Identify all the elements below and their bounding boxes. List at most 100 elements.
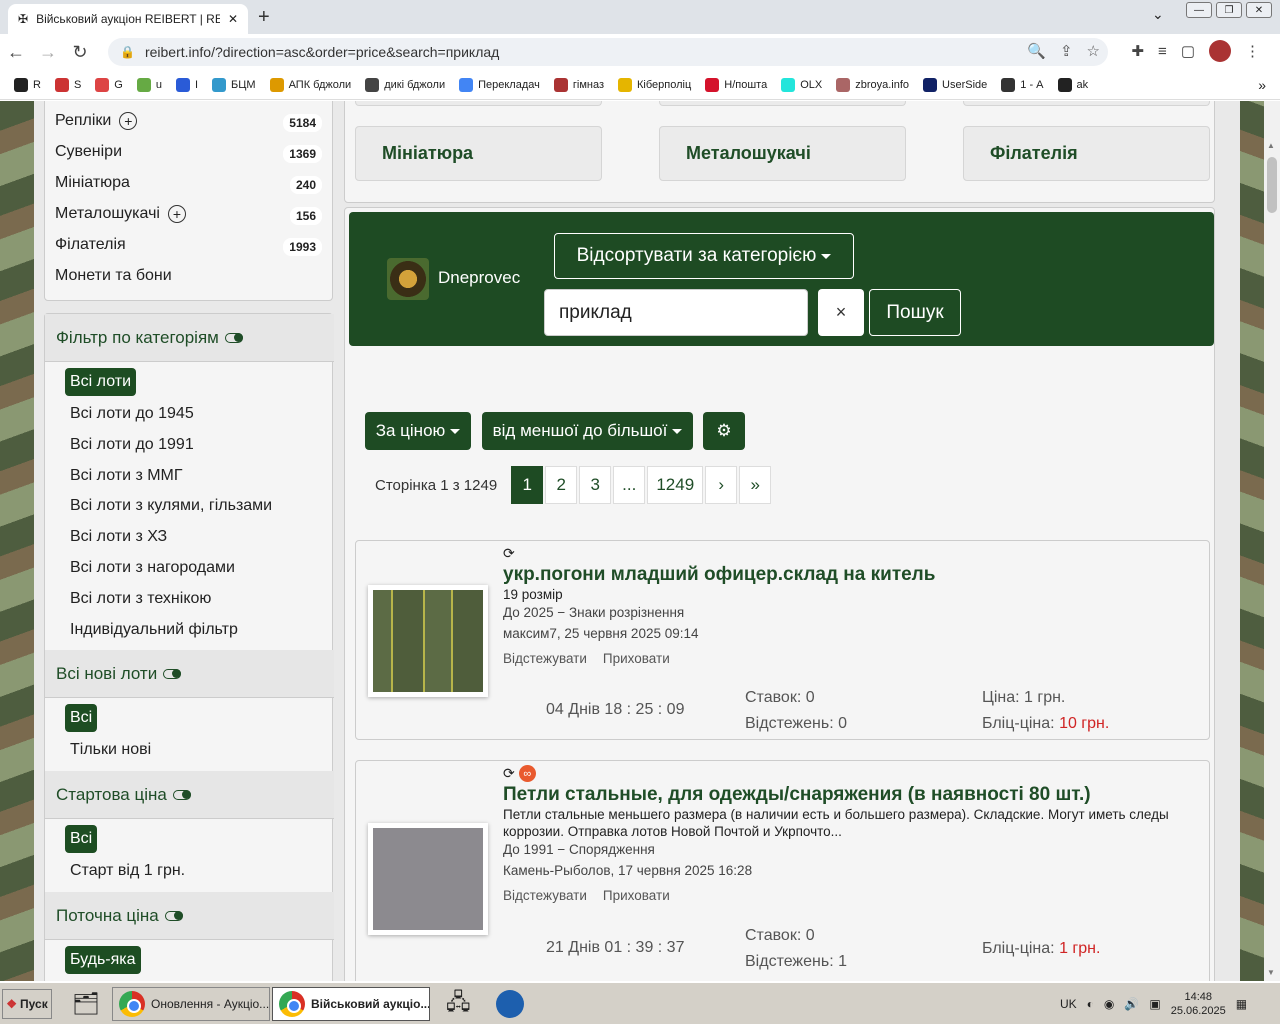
filter-start-selected[interactable]: Всі: [65, 825, 98, 853]
bookmark-item[interactable]: АПК бджоли: [269, 77, 351, 92]
tab-search-icon[interactable]: ⌄: [1152, 6, 1164, 23]
bookmark-item[interactable]: дикі бджоли: [365, 77, 445, 92]
category-tile-miniature[interactable]: Мініатюра: [355, 126, 602, 181]
bookmark-item[interactable]: БЦМ: [212, 77, 256, 92]
expand-plus-icon[interactable]: +: [119, 112, 138, 130]
lot-thumbnail[interactable]: [368, 585, 488, 697]
lot-title[interactable]: Петли стальные, для одежды/снаряжения (в…: [503, 784, 1193, 806]
sort-direction-dropdown[interactable]: від меншої до більшої: [482, 412, 693, 450]
bookmark-item[interactable]: 1 - А: [1001, 77, 1044, 92]
restore-button[interactable]: ❐: [1216, 2, 1242, 18]
show-desktop-icon[interactable]: ▦: [1236, 997, 1247, 1011]
explorer-quicklaunch-icon[interactable]: 🗂: [66, 987, 106, 1021]
page-link[interactable]: 1: [511, 466, 544, 504]
share-icon[interactable]: ⇪: [1060, 42, 1073, 60]
star-icon[interactable]: ☆: [1087, 42, 1100, 60]
filter-category-item[interactable]: Всі лоти з нагородами: [70, 559, 235, 577]
lot-title[interactable]: укр.погони младший офицер.склад на кител…: [503, 564, 1193, 586]
scroll-down-icon[interactable]: ▼: [1267, 968, 1275, 977]
page-link[interactable]: ›: [705, 466, 738, 504]
search-button[interactable]: Пошук: [869, 289, 961, 336]
filter-category-selected[interactable]: Всі лоти: [65, 368, 136, 396]
bookmark-item[interactable]: OLX: [781, 77, 822, 92]
page-link[interactable]: 3: [579, 466, 612, 504]
close-window-button[interactable]: ✕: [1246, 2, 1272, 18]
filter-current-selected[interactable]: Будь-яка: [65, 946, 141, 974]
filter-new-header[interactable]: Всі нові лоти: [45, 650, 334, 698]
zoom-icon[interactable]: 🔍: [1027, 42, 1046, 60]
sidebar-category[interactable]: Сувеніри: [55, 143, 122, 161]
sort-category-dropdown[interactable]: Відсортувати за категорією: [554, 233, 854, 279]
browser-tab[interactable]: ✠ Військовий аукціон REIBERT | REI ✕: [8, 4, 248, 34]
clear-search-button[interactable]: ×: [818, 289, 864, 336]
bookmark-item[interactable]: Перекладач: [459, 77, 540, 92]
filter-start-from-1[interactable]: Старт від 1 грн.: [70, 862, 185, 880]
sidebar-category[interactable]: Монети та бони: [55, 267, 172, 285]
track-link[interactable]: Відстежувати: [503, 651, 587, 666]
username[interactable]: Dneprovec: [438, 268, 520, 288]
new-tab-button[interactable]: +: [258, 6, 270, 29]
toggle-icon[interactable]: [163, 668, 182, 679]
toggle-icon[interactable]: [164, 910, 183, 921]
bookmark-item[interactable]: Н/пошта: [705, 77, 767, 92]
scrollbar-thumb[interactable]: [1267, 157, 1277, 213]
url-field[interactable]: 🔒 reibert.info/?direction=asc&order=pric…: [108, 38, 1108, 66]
lot-category[interactable]: До 2025 − Знаки розрізнення: [503, 605, 1193, 620]
profile-avatar[interactable]: [1209, 40, 1231, 62]
filter-category-item[interactable]: Всі лоти з ХЗ: [70, 528, 167, 546]
bookmark-item[interactable]: Кіберполіц: [618, 77, 691, 92]
taskbar-item-auction[interactable]: Військовий аукціо...: [272, 987, 430, 1021]
track-link[interactable]: Відстежувати: [503, 888, 587, 903]
page-link[interactable]: ...: [613, 466, 646, 504]
category-tile-metal-detectors[interactable]: Металошукачі: [659, 126, 906, 181]
tray-icon[interactable]: ◐: [1087, 997, 1094, 1011]
clock[interactable]: 14:48 25.06.2025: [1171, 990, 1226, 1018]
bookmark-item[interactable]: ak: [1057, 77, 1088, 92]
network-app-icon[interactable]: 🖧: [440, 987, 477, 1021]
volume-icon[interactable]: 🔊: [1124, 997, 1139, 1011]
tray-network-icon[interactable]: ◉: [1104, 997, 1114, 1011]
forward-icon[interactable]: →: [32, 42, 64, 63]
user-avatar[interactable]: [387, 258, 429, 300]
search-input[interactable]: приклад: [544, 289, 808, 336]
puzzle-icon[interactable]: ✚: [1131, 42, 1144, 60]
tray-display-icon[interactable]: ▣: [1149, 997, 1160, 1011]
reload-icon[interactable]: ↻: [64, 42, 96, 63]
expand-plus-icon[interactable]: +: [167, 205, 186, 223]
lot-card[interactable]: ⟳ ∞ Петли стальные, для одежды/снаряжения…: [355, 760, 1210, 981]
scroll-up-icon[interactable]: ▲: [1267, 141, 1275, 150]
bookmark-item[interactable]: І: [175, 77, 198, 92]
toggle-icon[interactable]: [172, 789, 191, 800]
sidebar-category[interactable]: Мініатюра: [55, 174, 130, 192]
lot-thumbnail[interactable]: [368, 823, 488, 935]
toggle-icon[interactable]: [224, 332, 243, 343]
lot-card[interactable]: ⟳ укр.погони младший офицер.склад на кит…: [355, 540, 1210, 740]
hide-link[interactable]: Приховати: [603, 651, 670, 666]
sort-by-dropdown[interactable]: За ціною: [365, 412, 471, 450]
filter-new-only[interactable]: Тільки нові: [70, 741, 151, 759]
bookmark-item[interactable]: S: [54, 77, 81, 92]
page-scrollbar[interactable]: ▲ ▼: [1264, 101, 1280, 981]
filter-category-item[interactable]: Всі лоти до 1945: [70, 405, 194, 423]
media-icon[interactable]: ≡: [1158, 43, 1167, 60]
sidebar-category[interactable]: Репліки +: [55, 112, 138, 130]
close-tab-icon[interactable]: ✕: [228, 12, 238, 26]
filter-start-header[interactable]: Стартова ціна: [45, 771, 334, 819]
back-icon[interactable]: ←: [0, 42, 32, 63]
bookmark-item[interactable]: zbroya.info: [836, 77, 909, 92]
settings-button[interactable]: ⚙: [703, 412, 745, 450]
page-link[interactable]: 1249: [647, 466, 704, 504]
filter-current-header[interactable]: Поточна ціна: [45, 892, 334, 940]
filter-category-item[interactable]: Індивідуальний фільтр: [70, 621, 238, 639]
filter-category-header[interactable]: Фільтр по категоріям: [45, 314, 334, 362]
page-link[interactable]: 2: [545, 466, 578, 504]
lot-seller[interactable]: Камень-Рыболов, 17 червня 2025 16:28: [503, 863, 1193, 878]
lot-seller[interactable]: максим7, 25 червня 2025 09:14: [503, 626, 1193, 641]
bookmark-item[interactable]: гімназ: [553, 77, 604, 92]
sidepanel-icon[interactable]: ▢: [1181, 42, 1195, 60]
minimize-button[interactable]: —: [1186, 2, 1212, 18]
moon-app-icon[interactable]: [490, 987, 530, 1021]
filter-new-selected[interactable]: Всі: [65, 704, 98, 732]
sidebar-category[interactable]: Філателія: [55, 236, 126, 254]
hide-link[interactable]: Приховати: [603, 888, 670, 903]
